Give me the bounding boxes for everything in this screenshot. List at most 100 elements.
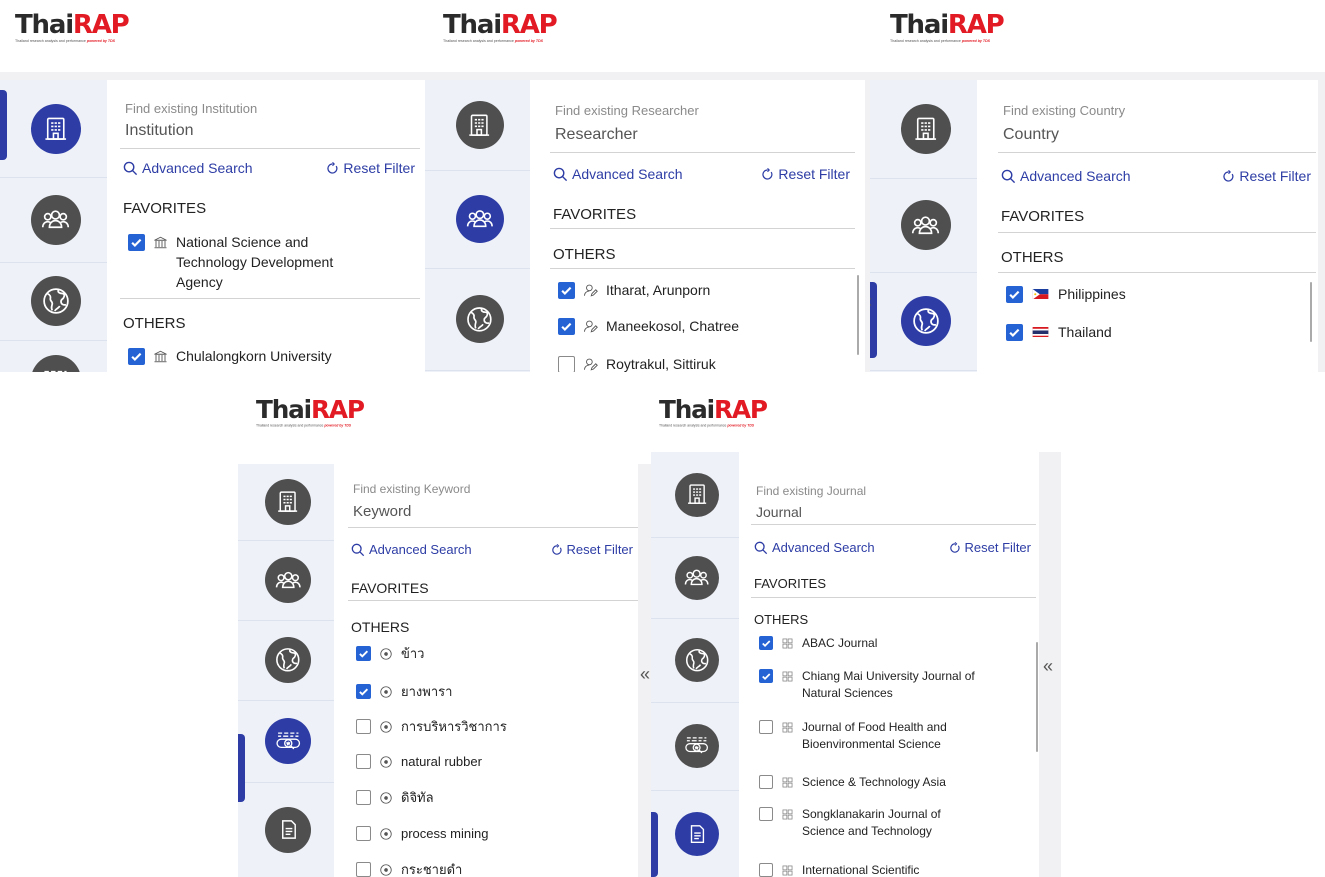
list-item[interactable]: ดิจิทัล bbox=[356, 788, 626, 807]
reset-filter-button[interactable]: Reset Filter bbox=[551, 542, 633, 557]
item-checkbox[interactable] bbox=[759, 720, 773, 734]
nav-rail-item-researchers[interactable] bbox=[238, 540, 334, 621]
nav-rail-item-keyword-search[interactable] bbox=[0, 340, 107, 372]
list-item[interactable]: International Scientific bbox=[759, 862, 1024, 877]
nav-rail-item-journal-document[interactable] bbox=[238, 782, 334, 877]
item-checkbox[interactable] bbox=[759, 807, 773, 821]
search-input[interactable]: Country bbox=[1003, 126, 1311, 144]
list-item[interactable]: Roytrakul, Sittiruk bbox=[558, 354, 843, 372]
list-item[interactable]: Science & Technology Asia bbox=[759, 774, 1024, 791]
list-scrollbar[interactable] bbox=[1036, 642, 1038, 752]
active-nav-indicator bbox=[0, 90, 7, 160]
collapse-panel-button[interactable]: « bbox=[870, 292, 872, 310]
nav-rail-item-keyword-search[interactable] bbox=[238, 700, 334, 783]
search-input[interactable]: Institution bbox=[125, 122, 415, 140]
nav-rail-item-keyword-search[interactable] bbox=[651, 702, 739, 791]
item-checkbox[interactable] bbox=[356, 790, 371, 805]
item-checkbox[interactable] bbox=[759, 775, 773, 789]
list-item[interactable]: ยางพารา bbox=[356, 682, 626, 701]
nav-rail-item-researchers[interactable] bbox=[425, 170, 530, 269]
list-item[interactable]: Songklanakarin Journal of Science and Te… bbox=[759, 806, 1024, 840]
brand-name-accent: RAP bbox=[500, 10, 558, 40]
item-checkbox[interactable] bbox=[1006, 286, 1023, 303]
collapse-panel-button[interactable]: « bbox=[640, 665, 650, 683]
nav-rail-item-researchers[interactable] bbox=[0, 177, 107, 263]
list-item[interactable]: National Science and Technology Developm… bbox=[128, 232, 408, 292]
list-item[interactable]: Journal of Food Health and Bioenvironmen… bbox=[759, 719, 1024, 753]
item-checkbox[interactable] bbox=[356, 826, 371, 841]
nav-rail-item-country-globe[interactable] bbox=[238, 620, 334, 701]
list-item[interactable]: natural rubber bbox=[356, 752, 626, 771]
nav-rail-item-journal-document[interactable] bbox=[651, 790, 739, 877]
list-item[interactable]: กระชายดำ bbox=[356, 860, 626, 877]
advanced-search-link[interactable]: Advanced Search bbox=[553, 166, 683, 182]
nav-rail-item-institution[interactable] bbox=[0, 80, 107, 178]
item-checkbox[interactable] bbox=[759, 636, 773, 650]
journal-document-icon bbox=[675, 811, 719, 856]
search-hint: Find existing Country bbox=[1003, 103, 1126, 118]
brand-name: Thai bbox=[443, 10, 502, 40]
brand-name: Thai bbox=[890, 10, 949, 40]
others-heading: OTHERS bbox=[1001, 249, 1064, 266]
list-item[interactable]: Chulalongkorn University bbox=[128, 346, 408, 366]
item-checkbox[interactable] bbox=[558, 356, 575, 372]
advanced-search-link[interactable]: Advanced Search bbox=[123, 160, 253, 176]
nav-rail-item-researchers[interactable] bbox=[651, 537, 739, 619]
list-item[interactable]: Thailand bbox=[1006, 322, 1304, 342]
advanced-search-link[interactable]: Advanced Search bbox=[1001, 168, 1131, 184]
nav-rail-item-country-globe[interactable] bbox=[0, 262, 107, 341]
nav-rail-item-institution[interactable] bbox=[651, 452, 739, 538]
item-checkbox[interactable] bbox=[759, 669, 773, 683]
list-item[interactable]: process mining bbox=[356, 824, 626, 843]
brand-tagline: Thailand research analysis and performan… bbox=[15, 39, 129, 43]
journal-grid-icon bbox=[781, 774, 794, 791]
item-checkbox[interactable] bbox=[356, 719, 371, 734]
collapse-panel-button[interactable]: « bbox=[1043, 657, 1053, 675]
list-item[interactable]: Philippines bbox=[1006, 284, 1304, 304]
advanced-search-link[interactable]: Advanced Search bbox=[754, 540, 875, 555]
journal-grid-icon bbox=[781, 668, 794, 685]
list-item[interactable]: Chiang Mai University Journal of Natural… bbox=[759, 668, 1024, 702]
reset-filter-button[interactable]: Reset Filter bbox=[949, 540, 1031, 555]
brand-name: Thai bbox=[15, 10, 74, 40]
search-icon bbox=[553, 167, 568, 181]
list-item[interactable]: ข้าว bbox=[356, 644, 626, 663]
nav-rail-item-country-globe[interactable] bbox=[870, 272, 977, 371]
search-hint: Find existing Researcher bbox=[555, 103, 699, 118]
item-checkbox[interactable] bbox=[128, 234, 145, 251]
nav-rail-item-country-globe[interactable] bbox=[651, 618, 739, 703]
reset-filter-button[interactable]: Reset Filter bbox=[326, 160, 415, 176]
item-checkbox[interactable] bbox=[356, 684, 371, 699]
search-input-underline bbox=[348, 527, 638, 528]
list-item[interactable]: Itharat, Arunporn bbox=[558, 280, 843, 300]
list-scrollbar[interactable] bbox=[857, 275, 859, 355]
nav-rail-item-institution[interactable] bbox=[238, 464, 334, 541]
reset-icon bbox=[762, 167, 773, 180]
list-item[interactable]: Maneekosol, Chatree bbox=[558, 316, 843, 336]
item-checkbox[interactable] bbox=[356, 862, 371, 877]
reset-filter-button[interactable]: Reset Filter bbox=[761, 166, 850, 182]
search-hint: Find existing Institution bbox=[125, 101, 258, 116]
item-checkbox[interactable] bbox=[356, 754, 371, 769]
advanced-search-link[interactable]: Advanced Search bbox=[351, 542, 472, 557]
nav-rail bbox=[238, 464, 334, 877]
nav-rail-item-researchers[interactable] bbox=[870, 178, 977, 273]
search-input[interactable]: Journal bbox=[756, 504, 1031, 520]
item-checkbox[interactable] bbox=[759, 863, 773, 877]
nav-rail-item-country-globe[interactable] bbox=[425, 268, 530, 371]
list-item[interactable]: การบริหารวิชาการ bbox=[356, 717, 626, 736]
item-checkbox[interactable] bbox=[1006, 324, 1023, 341]
reset-filter-button[interactable]: Reset Filter bbox=[1222, 168, 1311, 184]
search-input[interactable]: Researcher bbox=[555, 126, 850, 144]
nav-rail-item-institution[interactable] bbox=[870, 80, 977, 179]
item-checkbox[interactable] bbox=[558, 282, 575, 299]
item-checkbox[interactable] bbox=[356, 646, 371, 661]
nav-rail-item-institution[interactable] bbox=[425, 80, 530, 171]
search-input-underline bbox=[998, 152, 1316, 153]
list-item[interactable]: ABAC Journal bbox=[759, 635, 1024, 652]
item-checkbox[interactable] bbox=[128, 348, 145, 365]
journal-grid-icon bbox=[781, 719, 794, 736]
item-checkbox[interactable] bbox=[558, 318, 575, 335]
others-heading: OTHERS bbox=[123, 315, 186, 332]
search-input[interactable]: Keyword bbox=[353, 503, 633, 520]
